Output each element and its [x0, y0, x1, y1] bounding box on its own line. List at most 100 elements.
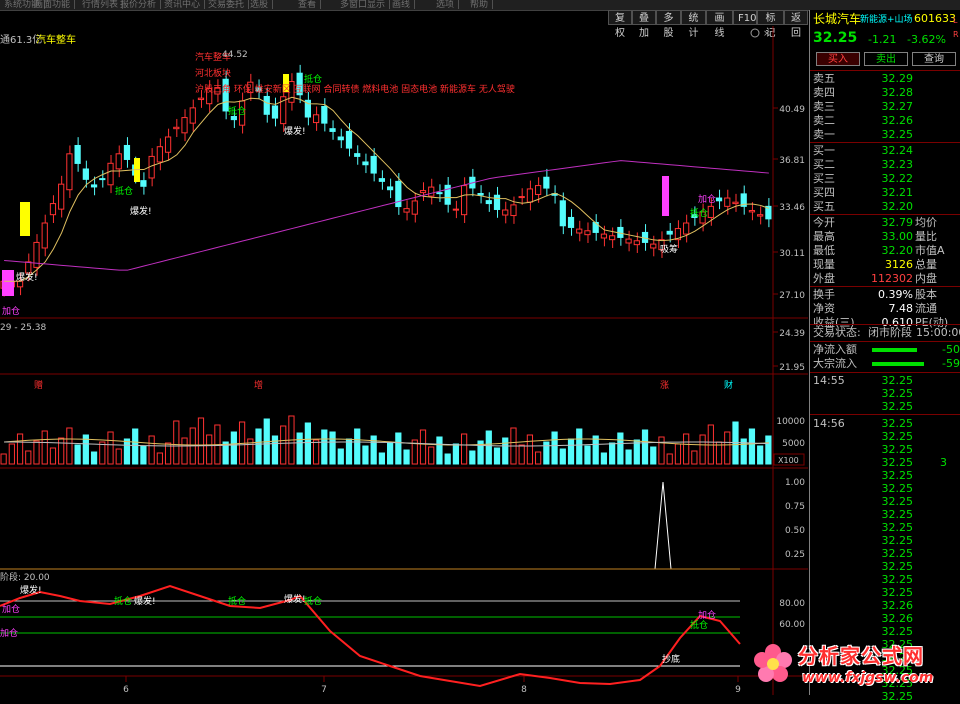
candle: [41, 222, 48, 249]
candle: [625, 238, 632, 244]
candle: [419, 190, 427, 194]
tick-price: 32.25: [881, 482, 914, 495]
candle: [173, 126, 180, 130]
stat-label: 净资: [813, 302, 835, 315]
candle: [362, 161, 369, 166]
stat-value: 3126: [885, 258, 913, 271]
price-change: -1.21: [868, 33, 897, 46]
chart-area[interactable]: 通61.3亿汽车整车×40.4936.8133.4630.1127.1024.3…: [0, 26, 808, 695]
toolbar-button[interactable]: 复权: [608, 10, 632, 39]
date-tick: 8: [521, 685, 527, 695]
candle: [576, 228, 583, 234]
toolbar-button[interactable]: 画线: [706, 10, 733, 39]
flow-row: 大宗流入 -59: [810, 357, 960, 371]
toolbar-button[interactable]: 统计: [681, 10, 706, 39]
candle: [436, 192, 443, 195]
candle: [493, 194, 501, 210]
top-menu-item[interactable]: 帮助: [466, 0, 494, 10]
stat-label: 现量: [813, 258, 835, 271]
region-label: 河北板块: [195, 67, 231, 79]
top-menu-item[interactable]: 资讯中心: [160, 0, 206, 10]
toolbar-button[interactable]: 多股: [656, 10, 681, 39]
candle: [411, 200, 418, 215]
tick-row: 32.25: [810, 508, 960, 522]
sell-button[interactable]: 卖出: [864, 52, 908, 66]
ask-label: 卖三: [813, 100, 835, 113]
stat-value: 0.39%: [878, 288, 913, 301]
indicator1-tick: 0.25: [785, 550, 805, 560]
tick-price: 32.25: [881, 495, 914, 508]
candle: [650, 243, 657, 249]
signal-candle: [20, 202, 30, 236]
candle: [337, 136, 344, 141]
dicang-label: 抵仓: [115, 185, 133, 197]
stock-title-row: 长城汽车 新能源+山场 601633 L R: [810, 12, 960, 39]
price-tick: 24.39: [779, 329, 805, 339]
tick-price: 32.25: [881, 443, 914, 456]
top-menu-item[interactable]: 选股: [246, 0, 274, 10]
signal-candle: [662, 176, 669, 216]
top-menu-item[interactable]: 画线: [388, 0, 416, 10]
date-tick: 9: [735, 685, 741, 695]
tick-price: 32.26: [881, 599, 914, 612]
candle: [345, 130, 353, 149]
tick-row: 32.25: [810, 560, 960, 574]
toolbar-button[interactable]: 标记: [757, 10, 784, 39]
bid-price: 32.21: [881, 186, 914, 199]
candle: [156, 146, 163, 163]
candle: [461, 185, 468, 216]
top-menu-item[interactable]: 多窗口显示: [336, 0, 391, 10]
bid-label: 买三: [813, 172, 835, 185]
stock-name: 长城汽车: [813, 12, 862, 26]
event-mark: 赠: [34, 379, 43, 391]
event-mark: 增: [254, 379, 263, 391]
tick-price: 32.25: [881, 560, 914, 573]
tick-row: 32.25: [810, 430, 960, 444]
indicator1-tick: 0.75: [785, 502, 805, 512]
tick-price: 32.26: [881, 612, 914, 625]
candle: [477, 192, 484, 196]
buy-button[interactable]: 买入: [816, 52, 860, 66]
date-tick: 7: [321, 685, 327, 695]
tick-price: 32.25: [881, 573, 914, 586]
toolbar-button[interactable]: F10: [733, 10, 757, 25]
jiacang-label: 加仓: [2, 305, 20, 317]
candle: [58, 183, 65, 210]
top-menu-item[interactable]: 选项: [432, 0, 460, 10]
baofa-label: 爆发!: [16, 271, 38, 283]
close-icon[interactable]: ×: [763, 29, 771, 39]
tick-price: 32.25: [881, 547, 914, 560]
candle: [354, 153, 361, 157]
top-menu-item[interactable]: 报价分析: [116, 0, 162, 10]
watermark-title: 分析家公式网: [798, 644, 924, 668]
top-menu-item[interactable]: 画面功能: [30, 0, 76, 10]
stock-tag: 新能源+山场: [860, 15, 913, 25]
price-tick: 40.49: [779, 105, 805, 115]
top-menu-item[interactable]: 查看: [294, 0, 322, 10]
bid-label: 买二: [813, 158, 835, 171]
ask-row: 卖二 32.26: [810, 114, 960, 128]
watermark-url: www.fxjgsw.com: [802, 670, 934, 686]
candle: [715, 197, 723, 202]
tick-price: 32.25: [881, 469, 914, 482]
volume-tick: 10000: [776, 417, 805, 427]
candle: [25, 261, 32, 274]
candle: [271, 105, 279, 119]
indicator1-tick: 1.00: [785, 478, 805, 488]
ask-row: 卖一 32.25: [810, 128, 960, 142]
settings-icon[interactable]: [750, 28, 760, 38]
toolbar-button[interactable]: 返回: [784, 10, 808, 39]
top-menu-item[interactable]: 交易委托: [204, 0, 250, 10]
tick-price: 32.25: [881, 586, 914, 599]
query-button[interactable]: 查询: [912, 52, 956, 66]
candle: [707, 205, 714, 218]
tick-row: 14:56 32.25: [810, 417, 960, 431]
candle: [66, 153, 73, 191]
stat-label: 最低: [813, 244, 835, 257]
stat-label-right: 内盘: [915, 272, 937, 285]
dicang-label: 抵仓: [228, 595, 246, 607]
tick-row: 32.25: [810, 586, 960, 600]
bid-row: 买三 32.22: [810, 172, 960, 186]
toolbar-button[interactable]: 叠加: [632, 10, 656, 39]
stat-row: 今开 32.79 均价: [810, 216, 960, 230]
